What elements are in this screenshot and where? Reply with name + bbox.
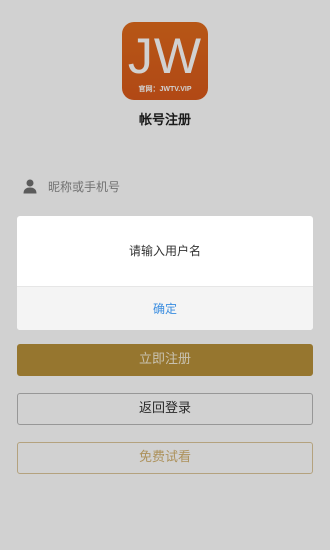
confirm-button[interactable]: 确定 [17, 287, 313, 330]
dialog-message: 请输入用户名 [128, 244, 201, 258]
alert-dialog: 请输入用户名 确定 [17, 216, 313, 330]
dialog-footer: 确定 [17, 286, 313, 330]
